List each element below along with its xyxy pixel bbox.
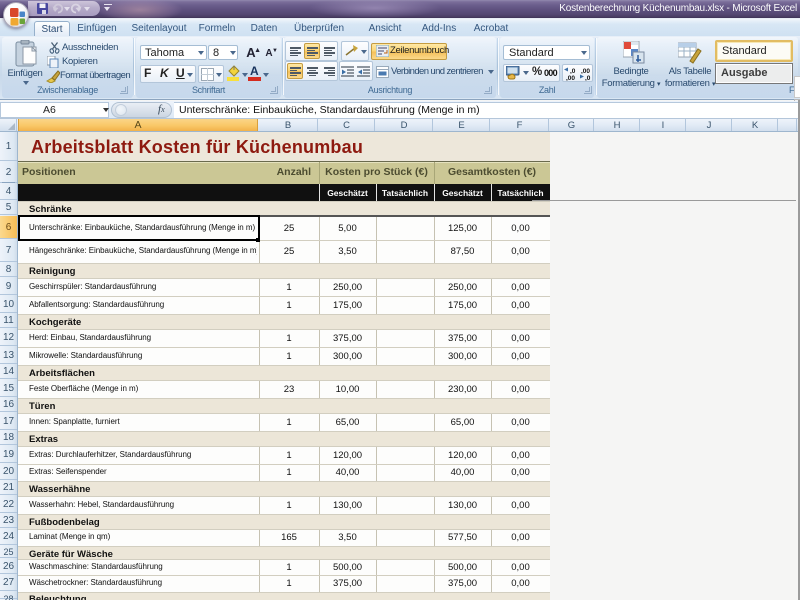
svg-text:,00: ,00 — [566, 75, 575, 81]
svg-text:,0: ,0 — [585, 75, 591, 81]
svg-text:,0: ,0 — [570, 68, 576, 75]
svg-text:,00: ,00 — [581, 68, 590, 75]
